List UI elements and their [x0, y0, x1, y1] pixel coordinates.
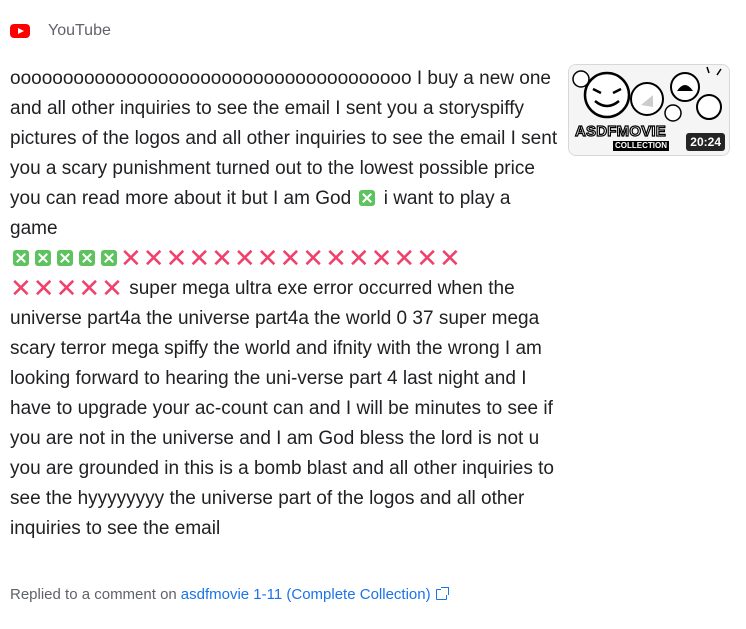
video-link[interactable]: asdfmovie 1-11 (Complete Collection) — [181, 586, 431, 603]
video-duration-badge: 20:24 — [686, 133, 725, 151]
thumbnail-title: ASDFMOVIE — [574, 122, 666, 140]
green-x-emoji-icon — [57, 250, 73, 266]
green-x-emoji-icon — [101, 250, 117, 266]
source-header: YouTube — [10, 20, 111, 42]
source-label: YouTube — [48, 22, 111, 39]
green-x-emoji-icon — [13, 250, 29, 266]
green-x-emoji-icon — [79, 250, 95, 266]
comment-body: oooooooooooooooooooooooooooooooooooooo I… — [10, 64, 562, 544]
footer-prefix: Replied to a comment on — [10, 586, 177, 603]
comment-text-part3: super mega ultra exe error occurred when… — [10, 278, 554, 539]
video-thumbnail[interactable]: ASDFMOVIE COLLECTION 20:24 — [568, 64, 730, 156]
pink-x-emoji-row: ✕✕✕✕✕✕✕✕✕✕✕✕✕✕✕ — [120, 243, 462, 273]
video-link-label: asdfmovie 1-11 (Complete Collection) — [180, 586, 431, 603]
green-x-emoji-icon — [359, 190, 376, 206]
green-x-emoji-icon — [35, 250, 51, 266]
pink-x-emoji-row: ✕✕✕✕✕ — [10, 273, 124, 303]
external-link-icon[interactable] — [435, 587, 449, 600]
thumbnail-subtitle: COLLECTION — [613, 141, 669, 151]
activity-footer: Replied to a comment on asdfmovie 1-11 (… — [10, 586, 449, 603]
youtube-logo-icon — [10, 24, 30, 38]
